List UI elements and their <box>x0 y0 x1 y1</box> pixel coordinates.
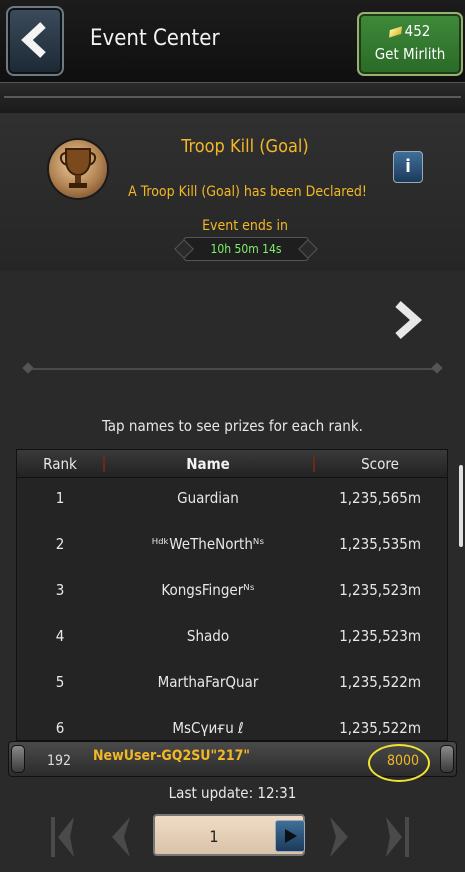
top-bar: Event Center 452 Get Mirlith <box>0 0 465 82</box>
row-name[interactable]: Guardian <box>103 489 313 507</box>
mirlith-gem-icon <box>388 26 402 38</box>
leaderboard-row[interactable]: 2 ᴴᵈᵏWeTheNorthᴺˢ 1,235,535m <box>17 523 447 569</box>
header-divider <box>0 82 465 113</box>
row-rank: 5 <box>55 673 65 691</box>
play-icon <box>285 829 297 843</box>
leaderboard-row[interactable]: 5 MarthaFarQuar 1,235,522m <box>17 661 447 707</box>
leaderboard: Rank Name Score 1 Guardian 1,235,565m 2 … <box>16 449 448 741</box>
mirlith-balance: 452 <box>404 22 431 40</box>
first-page-icon[interactable] <box>48 815 78 859</box>
event-countdown: 10h 50m 14s <box>183 237 309 261</box>
page-selector[interactable]: 1 <box>153 814 305 856</box>
page-title: Event Center <box>90 26 220 51</box>
my-rank-number: 192 <box>47 753 72 769</box>
row-name[interactable]: MarthaFarQuar <box>103 673 313 691</box>
event-panel: Troop Kill (Goal) A Troop Kill (Goal) ha… <box>0 113 465 271</box>
leaderboard-row[interactable]: 1 Guardian 1,235,565m <box>17 477 447 523</box>
row-rank: 1 <box>55 489 65 507</box>
last-page-icon[interactable] <box>382 815 412 859</box>
event-ends-label: Event ends in <box>202 218 288 234</box>
row-score: 1,235,565m <box>339 489 421 507</box>
row-score: 1,235,535m <box>339 535 421 553</box>
my-rank-name: NewUser-GQ2SU"217" <box>93 748 250 764</box>
back-button[interactable] <box>6 6 64 76</box>
name-column-header: Name <box>186 455 230 473</box>
get-mirlith-label: Get Mirlith <box>374 45 446 63</box>
event-title: Troop Kill (Goal) <box>181 136 309 157</box>
row-rank: 4 <box>55 627 65 645</box>
trophy-icon <box>49 140 107 198</box>
row-score: 1,235,522m <box>339 719 421 737</box>
previous-page-icon[interactable] <box>106 815 134 859</box>
next-page-icon[interactable] <box>326 815 354 859</box>
get-mirlith-button[interactable]: 452 Get Mirlith <box>357 12 463 76</box>
rank-column-header: Rank <box>43 455 77 473</box>
leaderboard-header: Rank Name Score <box>17 450 447 478</box>
row-score: 1,235,522m <box>339 673 421 691</box>
leaderboard-row[interactable]: 3 KongsFingerᴺˢ 1,235,523m <box>17 569 447 615</box>
row-name[interactable]: KongsFingerᴺˢ <box>103 581 313 599</box>
leaderboard-scrollbar[interactable] <box>459 465 463 547</box>
row-rank: 6 <box>55 719 65 737</box>
row-name[interactable]: Shado <box>103 627 313 645</box>
row-name[interactable]: ᴴᵈᵏWeTheNorthᴺˢ <box>103 535 313 553</box>
event-description: A Troop Kill (Goal) has been Declared! <box>128 184 367 200</box>
last-update-text: Last update: 12:31 <box>168 784 297 802</box>
info-button[interactable]: i <box>393 151 423 183</box>
row-rank: 3 <box>55 581 65 599</box>
score-highlight-circle <box>368 744 430 782</box>
score-column-header: Score <box>361 455 399 473</box>
row-name[interactable]: MsCүиғu ℓ <box>103 719 313 737</box>
next-event-arrow-icon[interactable] <box>392 300 424 340</box>
chevron-left-icon <box>21 22 46 58</box>
go-to-page-button[interactable] <box>275 820 305 852</box>
row-score: 1,235,523m <box>339 581 421 599</box>
row-score: 1,235,523m <box>339 627 421 645</box>
leaderboard-row[interactable]: 4 Shado 1,235,523m <box>17 615 447 661</box>
row-rank: 2 <box>55 535 65 553</box>
current-page-number[interactable]: 1 <box>155 827 273 846</box>
prize-hint: Tap names to see prizes for each rank. <box>102 417 363 435</box>
section-divider <box>28 368 437 370</box>
